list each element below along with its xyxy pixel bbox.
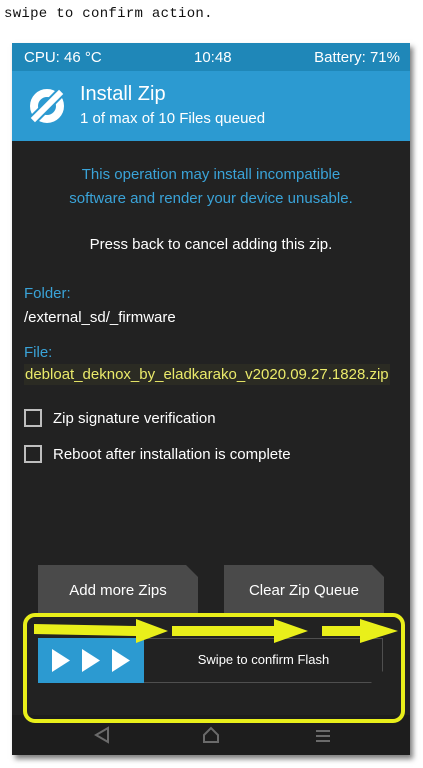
swipe-arrow-1 [34,619,168,643]
swipe-direction-arrows [34,619,398,643]
swipe-arrow-3 [322,619,398,643]
swipe-arrow-2 [172,619,308,643]
